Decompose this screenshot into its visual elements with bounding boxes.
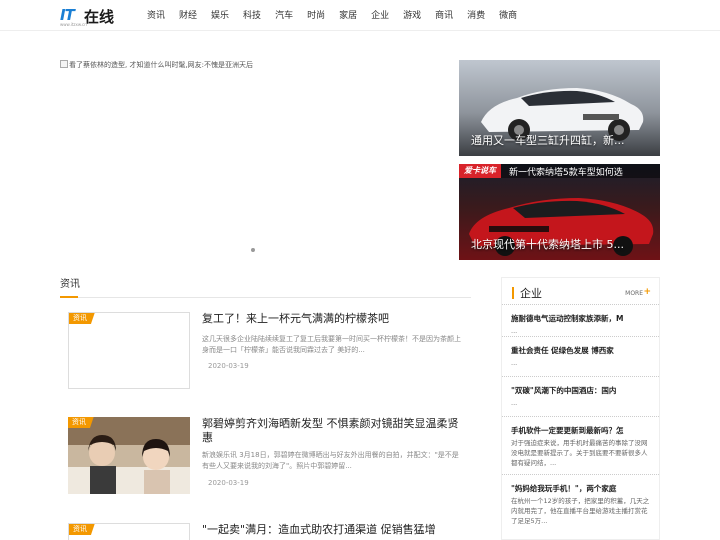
- article-thumbnail[interactable]: 资讯: [68, 523, 190, 540]
- nav-item-wechat-business[interactable]: 微商: [499, 8, 517, 24]
- nav-item-news[interactable]: 资讯: [147, 8, 165, 24]
- article-title[interactable]: 复工了！来上一杯元气满满的柠檬茶吧: [202, 312, 467, 326]
- article-tag: 资讯: [68, 417, 94, 428]
- hero-slider[interactable]: 看了蔡依林的造型, 才知道什么叫时髦,网友:不愧是亚洲天后: [60, 60, 450, 260]
- list-item-title[interactable]: 重社会责任 促绿色发展 博西家: [511, 345, 652, 356]
- promo-badge: 爱卡说车: [459, 164, 501, 178]
- nav-item-enterprise[interactable]: 企业: [371, 8, 389, 24]
- plus-icon[interactable]: +: [643, 287, 651, 297]
- list-item[interactable]: 手机软件一定要更新到最新吗？怎 对于强迫症来说，用手机时最痛苦的事除了没网没电就…: [502, 416, 659, 474]
- promo-card-car-red[interactable]: 爱卡说车 新一代索纳塔5款车型如何选 北京现代第十代索纳塔上市 5...: [459, 164, 660, 260]
- list-item-title[interactable]: 施耐德电气运动控制家族添新，M: [511, 313, 652, 324]
- list-item[interactable]: "双碳"风潮下的中国酒店：国内 ...: [502, 376, 659, 416]
- article-summary: 新浪娱乐讯 3月18日，郭碧婷在微博晒出与好友外出用餐的自拍，并配文："是不是有…: [202, 451, 459, 470]
- sidebar-accent-bar: [512, 287, 514, 299]
- main-nav: 资讯 财经 娱乐 科技 汽车 时尚 家居 企业 游戏 商讯 消费 微商: [147, 8, 531, 24]
- more-link[interactable]: MORE: [625, 290, 643, 297]
- article-item[interactable]: 资讯 复工了！来上一杯元气满满的柠檬茶吧 这几天很多企业陆陆续续复工了复工后我要…: [68, 312, 468, 390]
- article-summary: 这几天很多企业陆陆续续复工了复工后我要第一时间买一杯柠檬茶！不是因为茶颜上身而是…: [202, 335, 461, 354]
- article-tag: 资讯: [69, 524, 95, 535]
- article-thumbnail[interactable]: 资讯: [68, 312, 190, 389]
- article-tag: 资讯: [69, 313, 95, 324]
- enterprise-sidebar: 企业 MORE + 施耐德电气运动控制家族添新，M ... 重社会责任 促绿色发…: [501, 277, 660, 540]
- article-date: 2020-03-19: [208, 362, 249, 370]
- slider-dot[interactable]: [251, 248, 255, 252]
- promo-caption: 通用又一车型三缸升四缸，新...: [471, 134, 625, 147]
- list-item-desc: 在杭州一个12岁的孩子，把家里的积蓄，几天之内就用完了，他在直播平台里给游戏主播…: [511, 497, 650, 525]
- list-item-desc: 对于强迫症来说，用手机时最痛苦的事除了没网没电就是要新提示了。关于到底要不要新很…: [511, 439, 648, 467]
- article-date: 2020-03-19: [208, 479, 249, 487]
- article-thumbnail[interactable]: 资讯: [68, 417, 190, 494]
- nav-item-finance[interactable]: 财经: [179, 8, 197, 24]
- list-item-title[interactable]: "双碳"风潮下的中国酒店：国内: [511, 385, 652, 396]
- broken-image-icon: [60, 60, 68, 68]
- logo-name: 在线: [84, 8, 115, 26]
- promo-header-bar: 爱卡说车 新一代索纳塔5款车型如何选: [459, 164, 660, 178]
- article-title[interactable]: 郭碧婷剪齐刘海晒新发型 不惧素颜对镜甜笑显温柔贤惠: [202, 417, 467, 445]
- site-header: IT 在线 www.itzxw.cn 资讯 财经 娱乐 科技 汽车 时尚 家居 …: [0, 0, 720, 31]
- hero-alt-text: 看了蔡依林的造型, 才知道什么叫时髦,网友:不愧是亚洲天后: [69, 61, 254, 69]
- article-photo: [68, 417, 190, 494]
- list-item-desc: ...: [511, 399, 518, 407]
- list-item-desc: ...: [511, 327, 518, 335]
- site-logo[interactable]: IT 在线 www.itzxw.cn: [60, 6, 128, 27]
- promo-caption: 北京现代第十代索纳塔上市 5...: [471, 238, 624, 251]
- list-item-title[interactable]: "妈妈给我玩手机！"，两个家庭: [511, 483, 652, 494]
- list-item[interactable]: "妈妈给我玩手机！"，两个家庭 在杭州一个12岁的孩子，把家里的积蓄，几天之内就…: [502, 474, 659, 534]
- logo-url: www.itzxw.cn: [60, 22, 87, 27]
- section-active-underline: [60, 296, 78, 298]
- promo-card-car-white[interactable]: 通用又一车型三缸升四缸，新...: [459, 60, 660, 156]
- nav-item-entertainment[interactable]: 娱乐: [211, 8, 229, 24]
- sidebar-list: 施耐德电气运动控制家族添新，M ... 重社会责任 促绿色发展 博西家 ... …: [502, 304, 659, 534]
- list-item-title[interactable]: 手机软件一定要更新到最新吗？怎: [511, 425, 652, 436]
- article-title[interactable]: "一起卖"满月：造血式助农打通渠道 促销售猛增: [202, 523, 467, 537]
- nav-item-business[interactable]: 商讯: [435, 8, 453, 24]
- section-title[interactable]: 资讯: [60, 275, 80, 290]
- nav-item-tech[interactable]: 科技: [243, 8, 261, 24]
- list-item-desc: ...: [511, 359, 518, 367]
- nav-item-home[interactable]: 家居: [339, 8, 357, 24]
- nav-item-games[interactable]: 游戏: [403, 8, 421, 24]
- nav-item-consumer[interactable]: 消费: [467, 8, 485, 24]
- sidebar-header: 企业 MORE +: [512, 284, 657, 300]
- article-item[interactable]: 资讯 "一起卖"满月：造血式助农打通渠道 促销售猛增: [68, 523, 468, 540]
- section-divider: [60, 297, 471, 298]
- hero-image-broken[interactable]: 看了蔡依林的造型, 才知道什么叫时髦,网友:不愧是亚洲天后: [60, 60, 450, 70]
- article-item[interactable]: 资讯 郭碧婷剪齐刘海晒新发型 不惧素颜对镜甜笑显温柔贤惠 新浪娱乐讯 3月18日…: [68, 417, 468, 495]
- promo-top-text: 新一代索纳塔5款车型如何选: [509, 167, 623, 178]
- sidebar-title: 企业: [520, 287, 542, 300]
- list-item[interactable]: 重社会责任 促绿色发展 博西家 ...: [502, 336, 659, 376]
- list-item[interactable]: 施耐德电气运动控制家族添新，M ...: [502, 304, 659, 336]
- nav-item-auto[interactable]: 汽车: [275, 8, 293, 24]
- nav-item-fashion[interactable]: 时尚: [307, 8, 325, 24]
